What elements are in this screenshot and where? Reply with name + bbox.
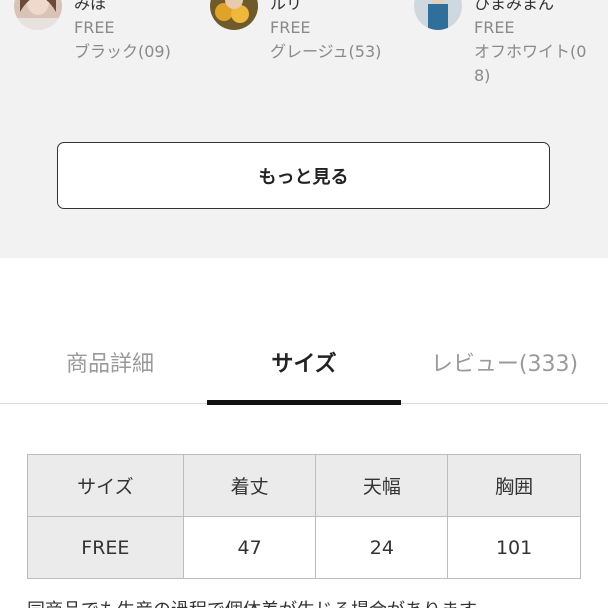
table-header-row: サイズ 着丈 天幅 胸囲 bbox=[27, 454, 581, 517]
coordinate-section: みほ FREE ブラック(09) ルリ FREE グレージュ(53) ひまみまん… bbox=[0, 0, 608, 258]
column-header: 胸囲 bbox=[447, 454, 581, 517]
table-row: FREE 47 24 101 bbox=[27, 516, 581, 579]
staff-info: ルリ FREE グレージュ(53) bbox=[270, 0, 390, 64]
table-cell: 101 bbox=[447, 516, 581, 579]
table-cell: FREE bbox=[27, 516, 184, 579]
column-header: サイズ bbox=[27, 454, 184, 517]
product-tabs: 商品詳細 サイズ レビュー(333) bbox=[0, 330, 608, 405]
size-note: 同商品でも生産の過程で個体差が生じる場合があります。 bbox=[27, 596, 493, 608]
staff-size: FREE bbox=[74, 18, 115, 37]
avatar[interactable] bbox=[210, 0, 258, 30]
avatar[interactable] bbox=[14, 0, 62, 30]
tab-size[interactable]: サイズ bbox=[207, 330, 401, 404]
table-cell: 47 bbox=[182, 516, 317, 579]
column-header: 天幅 bbox=[315, 454, 449, 517]
size-table: サイズ 着丈 天幅 胸囲 FREE 47 24 101 bbox=[27, 454, 581, 579]
staff-size: FREE bbox=[474, 18, 515, 37]
staff-name: ルリ bbox=[270, 0, 303, 13]
avatar[interactable] bbox=[414, 0, 462, 30]
staff-color: オフホワイト(08) bbox=[474, 42, 587, 85]
staff-info: みほ FREE ブラック(09) bbox=[74, 0, 194, 64]
staff-info: ひまみまん FREE オフホワイト(08) bbox=[474, 0, 592, 88]
staff-color: グレージュ(53) bbox=[270, 42, 382, 61]
more-button[interactable]: もっと見る bbox=[57, 142, 550, 209]
staff-size: FREE bbox=[270, 18, 311, 37]
tab-reviews[interactable]: レビュー(333) bbox=[401, 330, 608, 404]
tab-details[interactable]: 商品詳細 bbox=[0, 330, 220, 404]
staff-name: ひまみまん bbox=[474, 0, 555, 13]
staff-color: ブラック(09) bbox=[74, 42, 171, 61]
staff-name: みほ bbox=[74, 0, 107, 13]
column-header: 着丈 bbox=[182, 454, 317, 517]
table-cell: 24 bbox=[315, 516, 449, 579]
active-tab-indicator bbox=[207, 400, 401, 405]
